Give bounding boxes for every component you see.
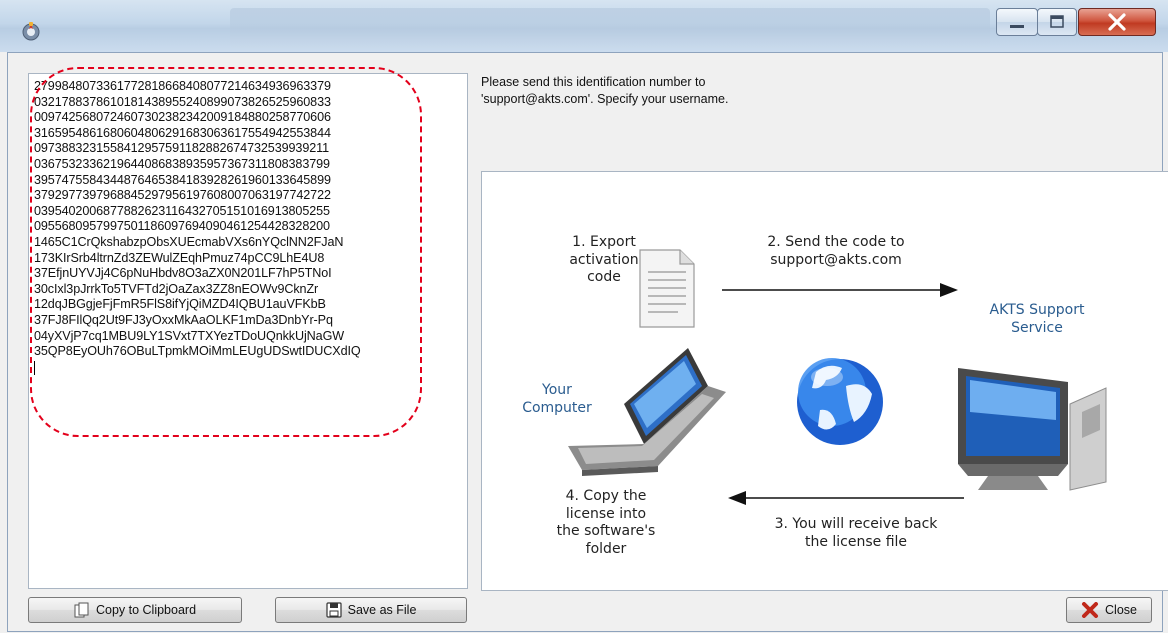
activation-code-line: 3957475584344876465384183928261960133645…: [34, 172, 331, 187]
step2-line-1: 2. Send the code to: [767, 234, 905, 250]
step4-label: 4. Copy the license into the software's …: [546, 488, 666, 558]
activation-code-line: 35QP8EyOUh76OBuLTpmkMOiMmLEUgUDSwtIDUCXd…: [34, 344, 361, 359]
computer-label: Your Computer: [512, 382, 602, 417]
activation-code-line: 04yXVjP7cq1MBU9LY1SVxt7TXYezTDoUQnkkUjNa…: [34, 328, 345, 343]
activation-dialog: 2799848073361772818668408077214634936963…: [0, 0, 1168, 633]
window-close-button[interactable]: [1078, 8, 1156, 36]
activation-code-line: 37EfjnUYVJj4C6pNuHbdv8O3aZX0N201LF7hP5TN…: [34, 266, 332, 281]
dialog-body: 2799848073361772818668408077214634936963…: [7, 52, 1168, 632]
activation-code-line: 0395402006877882623116432705151016913805…: [34, 203, 330, 218]
computer-line-2: Computer: [522, 399, 592, 416]
activation-code-line: 37FJ8FIlQq2Ut9FJ3yOxxMkAaOLKF1mDa3DnbYr-…: [34, 312, 333, 327]
minimize-icon: [1010, 25, 1024, 28]
arrow-right-icon: [722, 283, 958, 297]
copy-to-clipboard-button[interactable]: Copy to Clipboard: [28, 597, 242, 623]
desktop-computer-icon: [958, 368, 1107, 491]
activation-code-line: 0973883231558412957591182882674732539939…: [34, 141, 330, 156]
activation-code-line: 2799848073361772818668408077214634936963…: [34, 79, 331, 93]
step3-line-2: the license file: [804, 533, 908, 550]
step1-label: 1. Export activation code: [548, 234, 660, 287]
text-caret: [34, 360, 35, 375]
activation-code-line: 0321788378610181438955240899073826525960…: [34, 94, 331, 109]
instruction-line-2: 'support@akts.com'. Specify your usernam…: [481, 91, 729, 106]
step1-line-1: 1. Export: [572, 234, 636, 250]
activation-code-textarea[interactable]: 2799848073361772818668408077214634936963…: [28, 73, 468, 589]
app-icon: [22, 22, 40, 41]
floppy-disk-icon: [326, 602, 342, 618]
service-line-1: AKTS Support: [989, 302, 1085, 318]
arrow-left-icon: [728, 491, 964, 505]
maximize-icon: [1050, 15, 1064, 28]
service-label: AKTS Support Service: [982, 302, 1092, 337]
step4-line-3: the software's: [556, 523, 656, 539]
service-line-2: Service: [1011, 319, 1063, 336]
close-x-icon: [1108, 13, 1126, 31]
computer-line-1: Your: [542, 382, 572, 398]
save-as-file-button[interactable]: Save as File: [275, 597, 467, 623]
step2-label: 2. Send the code to support@akts.com: [726, 234, 946, 269]
instruction-line-1: Please send this identification number t…: [481, 75, 706, 89]
activation-code-line: 0955680957997501186097694090461254428328…: [34, 219, 330, 234]
activation-code-line: 12dqJBGgjeFjFmR5FlS8ifYjQiMZD4IQBU1auVFK…: [34, 297, 326, 312]
step4-line-2: license into: [565, 505, 647, 522]
save-button-label: Save as File: [347, 603, 417, 617]
step3-label: 3. You will receive back the license fil…: [750, 516, 962, 551]
step3-line-1: 3. You will receive back: [774, 516, 938, 532]
activation-code-line: 3792977397968845297956197608007063197742…: [34, 188, 331, 203]
step1-line-3: code: [587, 269, 621, 285]
activation-process-diagram: 1. Export activation code 2. Send the co…: [481, 171, 1168, 591]
copy-icon: [74, 602, 89, 618]
activation-code-lines: 2799848073361772818668408077214634936963…: [34, 79, 462, 360]
step2-line-2: support@akts.com: [770, 251, 902, 268]
activation-code-line: 173KIrSrb4ltrnZd3ZEWulZEqhPmuz74pCC9LhE4…: [34, 250, 325, 265]
background-window-ghost: [230, 8, 990, 48]
activation-code-line: 3165954861680604806291683063617554942553…: [34, 125, 331, 140]
close-button-label: Close: [1105, 603, 1137, 617]
red-x-icon: [1082, 602, 1099, 618]
activation-code-line: 0367532336219644086838935957367311808383…: [34, 156, 330, 171]
step4-line-1: 4. Copy the: [565, 488, 647, 504]
close-button[interactable]: Close: [1066, 597, 1152, 623]
maximize-button[interactable]: [1037, 8, 1077, 36]
copy-button-label: Copy to Clipboard: [95, 603, 197, 617]
activation-code-line: 0097425680724607302382342009184880258770…: [34, 110, 331, 125]
activation-code-line: 30cIxl3pJrrkTo5TVFTd2jOaZax3ZZ8nEOWv9Ckn…: [34, 281, 319, 296]
instruction-message: Please send this identification number t…: [481, 74, 1141, 107]
step4-line-4: folder: [585, 540, 627, 557]
activation-code-line: 1465C1CrQkshabzpObsXUEcmabVXs6nYQclNN2FJ…: [34, 234, 344, 249]
step1-line-2: activation: [569, 251, 639, 268]
globe-icon: [797, 358, 883, 445]
minimize-button[interactable]: [996, 8, 1038, 36]
title-bar[interactable]: [0, 0, 1168, 52]
